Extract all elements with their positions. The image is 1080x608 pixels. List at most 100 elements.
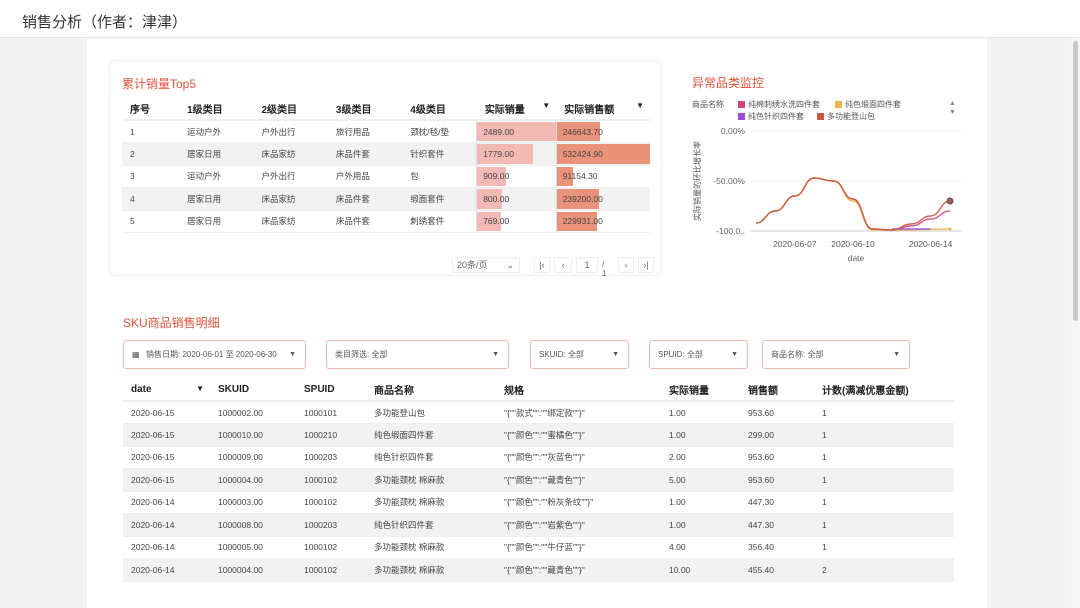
column-header[interactable]: SKUID [210,379,296,402]
table-row: 3 运动户外 户外出行 户外用品包 909.00 91154.30 [122,165,650,188]
caret-down-icon[interactable]: ▼ [636,101,644,110]
table-cell: 户外出行 [253,120,328,143]
table-cell: 1000005.00 [210,536,296,559]
prev-page-button[interactable]: ‹ [554,257,572,273]
table-cell: 1.00 [661,513,740,537]
caret-down-icon: ▼ [731,351,738,358]
legend-scroll[interactable]: ▲ ▼ [949,99,956,117]
bar-cell: 91154.30 [555,165,650,188]
column-header[interactable]: 商品名称 [366,379,496,402]
table-cell: 1000004.00 [210,558,296,582]
caret-down-icon[interactable]: ▼ [542,101,550,110]
table-cell: 299.00 [740,423,814,447]
page-scrollbar[interactable] [1071,39,1080,608]
column-header[interactable]: 计数(满减优惠金额) [814,379,954,402]
table-cell: 纯色缎面四件套 [366,423,496,447]
table-cell: 2 [122,142,180,166]
x-axis-label: date [848,253,865,263]
table-cell: 5.00 [661,468,740,492]
table-cell: 户外出行 [253,165,328,188]
table-cell: 床品件套 [327,210,403,233]
table-cell: 居家日用 [179,142,254,166]
column-header[interactable]: 2级类目 [253,98,328,121]
column-header[interactable]: 3级类目 [327,98,403,121]
top5-table: 序号 1级类目 2级类目 3级类目 4级类目 实际销量 ▼ 实际销售额 ▼ 1 运动户外 户外出行 旅行… [122,98,650,233]
scrollbar-thumb[interactable] [1073,41,1078,321]
bar-cell: 2489.00 [476,120,557,143]
table-cell: 2.00 [661,446,740,469]
table-cell: 1000008.00 [210,513,296,537]
table-cell: 运动户外 [179,165,254,188]
date-range-filter[interactable]: ▦ 销售日期: 2020-06-01 至 2020-06-30 ▼ [123,340,306,369]
last-page-button[interactable]: ›| [638,257,654,273]
y-tick-label: -50.00% [713,176,745,186]
table-cell: 1 [814,423,954,447]
table-cell: "{""款式"":""绑定款""}" [496,401,661,424]
spuid-filter[interactable]: SPUID: 全部 ▼ [649,340,748,369]
page-size-select[interactable]: 20条/页 ⌄ [452,257,520,273]
column-header[interactable]: 规格 [496,379,661,402]
table-cell: 1 [814,536,954,559]
table-cell: 颈枕/毯/垫 [402,120,477,143]
caret-down-icon[interactable]: ▼ [196,384,204,393]
page-input[interactable]: 1 [576,257,598,273]
chart-title: 异常品类监控 [692,76,765,90]
column-header[interactable]: date ▼ [123,379,210,402]
table-cell: 床品件套 [327,187,403,211]
table-cell: 953.60 [740,468,814,492]
table-cell: 1 [814,401,954,424]
table-cell: 床品家纺 [253,210,328,233]
first-page-button[interactable]: |‹ [534,257,550,273]
legend-up-icon[interactable]: ▲ [949,99,956,108]
x-tick-label: 2020-06-10 [831,239,875,249]
anomaly-line-chart: 0.00% -50.00% -100.0.. 2020-06-07 2020-06-10… [692,126,962,263]
legend-down-icon[interactable]: ▼ [949,108,956,117]
skuid-filter[interactable]: SKUID: 全部 ▼ [530,340,629,369]
x-tick-label: 2020-06-14 [909,239,953,249]
table-cell: 5 [122,210,180,233]
table-cell: 356.40 [740,536,814,559]
category-filter[interactable]: 类目筛选: 全部 ▼ [326,340,509,369]
column-header[interactable]: 实际销量 ▼ [476,98,557,121]
column-header[interactable]: 实际销量 [661,379,740,402]
table-cell: 2020-06-14 [123,491,210,514]
table-cell: 1000009.00 [210,446,296,469]
table-cell: 2020-06-14 [123,558,210,582]
table-cell: 1 [814,446,954,469]
column-header[interactable]: SPUID [296,379,366,402]
x-tick-label: 2020-06-07 [773,239,817,249]
data-point [948,227,952,231]
product-name-filter[interactable]: 商品名称: 全部 ▼ [762,340,910,369]
caret-down-icon: ▼ [612,351,619,358]
legend-item[interactable]: 纯棉刺绣水洗四件套 [738,99,820,110]
next-page-button[interactable]: › [618,257,634,273]
table-header: 序号 1级类目 2级类目 3级类目 4级类目 实际销量 ▼ 实际销售额 ▼ [122,98,650,121]
legend-item[interactable]: 纯色缎面四件套 [835,99,901,110]
table-row: 2020-06-15 1000010.00 1000210 纯色缎面四件套 "{""颜色… [123,423,954,447]
table-row: 5 居家日用 床品家纺 床品件套 刺绣套件 769.00 229931.00 [122,210,650,233]
table-row: 2020-06-15 1000002.00 1000101 多功能登山包 "{""款式"… [123,401,954,424]
legend-swatch [817,113,824,120]
top5-title: 累计销量Top5 [122,77,197,91]
table-cell: 2020-06-15 [123,401,210,424]
legend-swatch [738,113,745,120]
table-row: 2020-06-14 1000008.00 1000203 纯色针织四件套 "{""颜色… [123,513,954,537]
table-cell: 1000102 [296,468,366,492]
page-title: 销售分析（作者：津津） [22,14,188,31]
table-cell: 1.00 [661,423,740,447]
table-cell: 1 [814,491,954,514]
table-cell: "{""颜色"":""蜜橘色""}" [496,423,661,447]
table-cell: 1000004.00 [210,468,296,492]
column-header[interactable]: 4级类目 [402,98,477,121]
table-cell: 1.00 [661,401,740,424]
column-header[interactable]: 序号 [122,98,180,121]
column-header[interactable]: 销售额 [740,379,814,402]
table-cell: 1000210 [296,423,366,447]
bar-cell: 909.00 [476,165,557,188]
column-header[interactable]: 实际销售额 ▼ [556,98,650,121]
app-header: 销售分析（作者：津津） [0,0,1080,38]
table-cell: 刺绣套件 [402,210,477,233]
table-row: 2 居家日用 床品家纺 床品件套 针织套件 1779.00 532424.90 [122,142,650,166]
column-header[interactable]: 1级类目 [179,98,254,121]
table-cell: 1000203 [296,513,366,537]
